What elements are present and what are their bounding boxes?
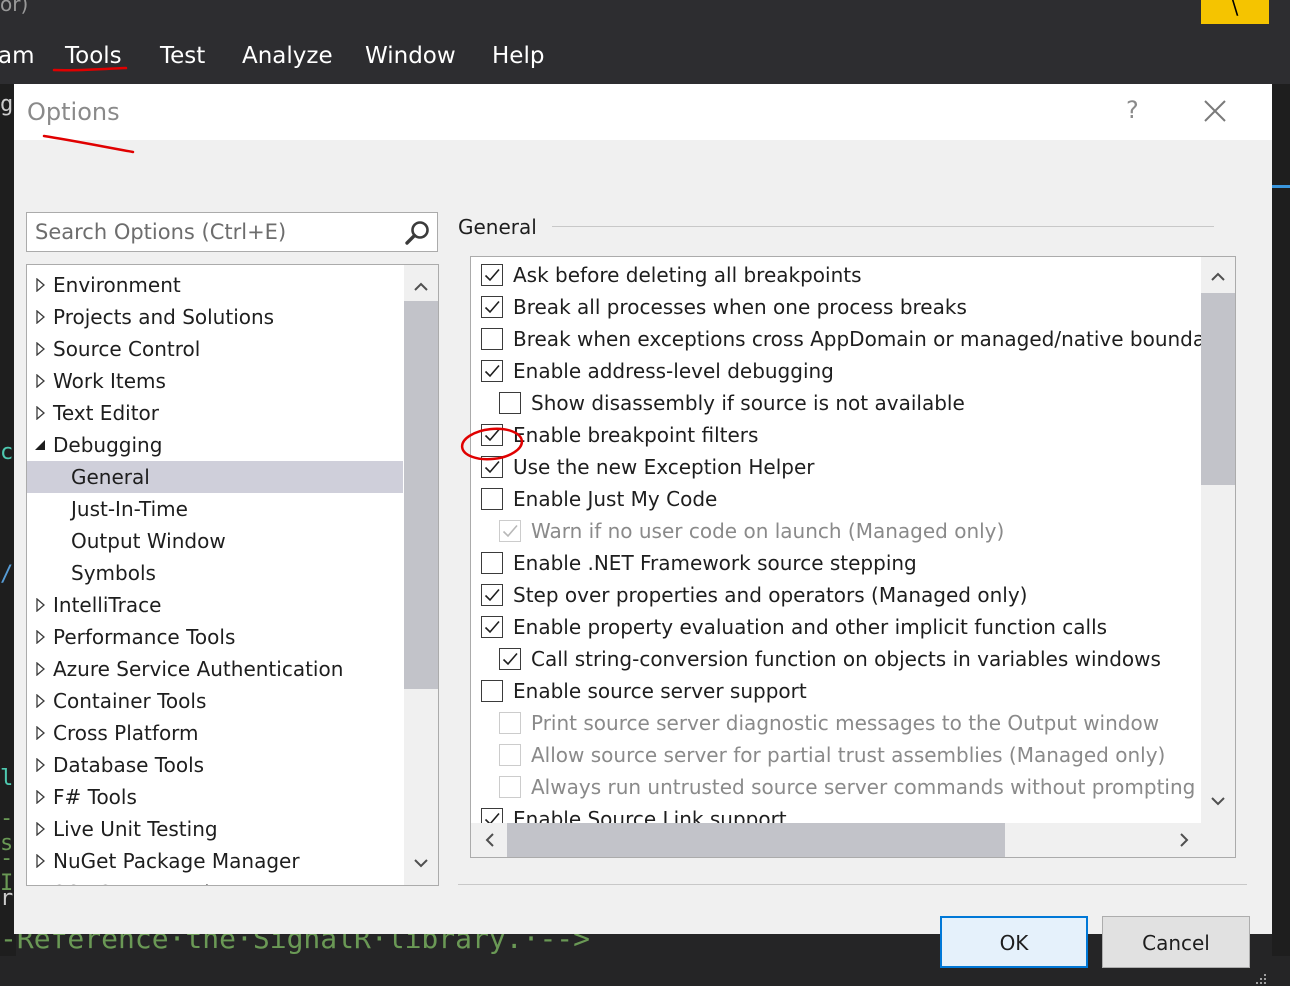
resize-grip-icon[interactable]	[1252, 970, 1268, 986]
annotation-underline-options	[42, 134, 135, 154]
annotation-circle-just-my-code	[460, 427, 524, 461]
annotation-underline-tools	[52, 66, 128, 72]
annotation-overlay	[42, 66, 524, 461]
